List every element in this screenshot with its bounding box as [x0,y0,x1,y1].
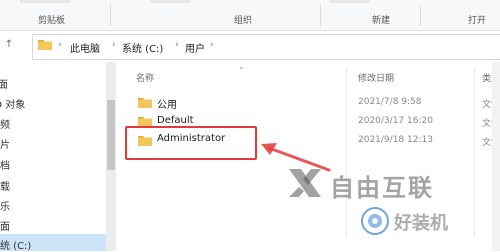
column-header-name[interactable]: 名称 [136,71,154,84]
breadcrumb-chevron-icon: › [58,40,62,50]
ribbon-divider [420,4,421,26]
ribbon-group-new: 新建 [372,16,391,26]
ribbon-button-strip[interactable] [20,0,70,3]
logo-circle-icon [361,207,389,235]
breadcrumb-chevron-icon: › [175,40,179,50]
ribbon-divider [320,4,321,26]
sidebar-item-system-c[interactable]: 系统 (C:) [0,237,31,252]
ribbon-divider [110,4,111,26]
ribbon-group-organize: 组织 [234,16,253,26]
breadcrumb-users[interactable]: 用户 [185,40,205,55]
breadcrumb-chevron-icon: › [210,40,214,50]
sidebar-item-desktop[interactable]: 桌面 [0,76,8,91]
file-modified-date: 2021/7/8 9:58 [358,97,422,107]
file-name[interactable]: Default [157,115,194,126]
column-divider[interactable] [474,68,475,238]
sidebar-item-pictures[interactable]: 图片 [0,136,10,151]
ribbon-button-strip[interactable] [330,0,370,3]
sidebar-item-documents[interactable]: 文档 [0,157,10,172]
watermark-site: 好装机 [394,213,448,234]
ribbon-group-clipboard: 剪贴板 [38,16,66,26]
sidebar-scroll-thumb[interactable] [107,100,115,170]
sidebar-item-desktop-2[interactable]: 桌面 [0,218,10,233]
breadcrumb-chevron-icon: › [112,40,116,50]
watermark-brand: 自由互联 [330,174,434,202]
ribbon-button-strip[interactable] [150,0,190,3]
sidebar-item-3d-objects[interactable]: 3D 对象 [0,96,25,111]
folder-icon [138,136,152,146]
navigation-pane [0,62,108,251]
breadcrumb-this-pc[interactable]: 此电脑 [70,40,100,55]
collapse-chevron-icon[interactable]: ⌄ [238,62,245,71]
sidebar-item-music[interactable]: 音乐 [0,198,10,213]
file-name[interactable]: Administrator [157,133,225,144]
folder-icon [138,98,152,108]
breadcrumb-system-c[interactable]: 系统 (C:) [122,40,163,55]
folder-icon [38,40,52,50]
column-header-modified[interactable]: 修改日期 [358,71,394,84]
address-bar[interactable] [32,34,500,60]
up-arrow-icon[interactable]: ↑ [3,39,15,51]
file-modified-date: 2020/3/17 16:20 [358,116,433,126]
file-name[interactable]: 公用 [157,96,177,111]
file-modified-date: 2021/9/18 12:13 [358,135,433,145]
ribbon-group-open: 打开 [468,16,487,26]
column-divider[interactable] [346,68,347,238]
content-scrollbar[interactable] [492,62,500,251]
sidebar-item-videos[interactable]: 视频 [0,116,10,131]
x-logo-icon [289,169,321,197]
sidebar-item-downloads[interactable]: 下载 [0,178,10,193]
